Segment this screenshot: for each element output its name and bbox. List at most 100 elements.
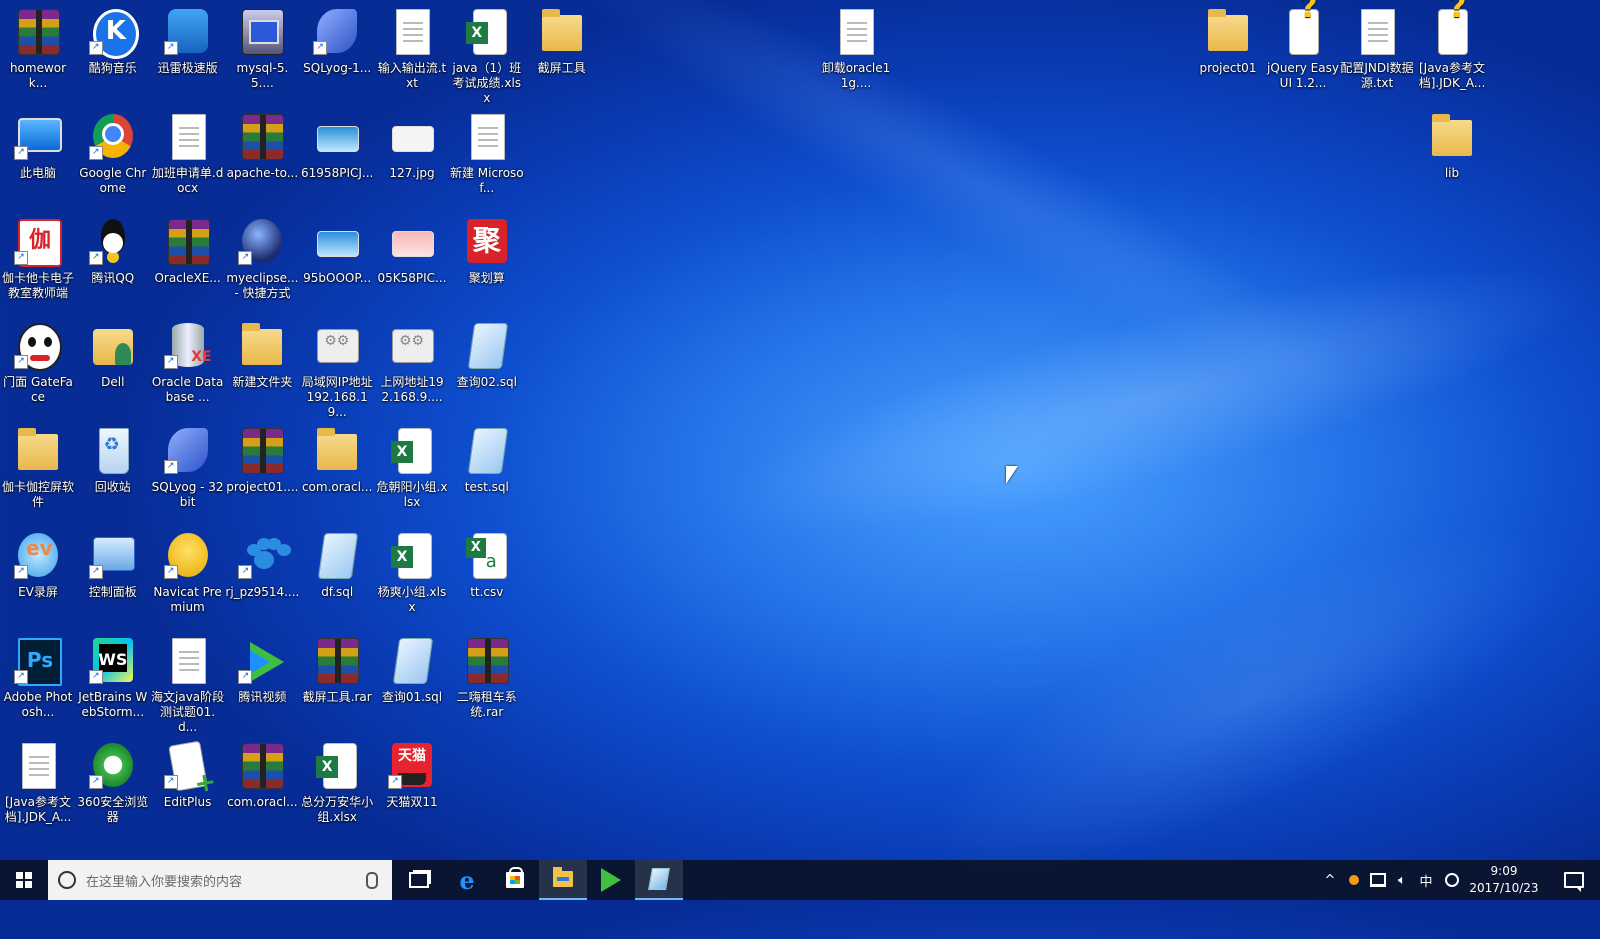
ime-mode-icon[interactable]	[1440, 860, 1464, 900]
desktop-icon-海文java阶段测试题01-d[interactable]: 海文java阶段测试题01.d...	[150, 631, 226, 735]
desktop-icon-oraclexe[interactable]: OracleXE...	[150, 212, 226, 286]
desktop-icon-聚划算[interactable]: 聚聚划算	[449, 212, 525, 286]
shortcut-arrow-icon: ↗	[88, 774, 103, 789]
desktop-icon-java-1-班考试成绩-xlsx[interactable]: java（1）班考试成绩.xlsx	[449, 2, 525, 106]
desktop-icon-java参考文档-jdk-a[interactable]: [Java参考文档].JDK_A...	[0, 736, 76, 825]
desktop-icon-截屏工具[interactable]: 截屏工具	[524, 2, 600, 76]
desktop-icon-label: 酷狗音乐	[88, 61, 137, 75]
desktop-icon-加班申请单-docx[interactable]: 加班申请单.docx	[150, 107, 226, 196]
taskbar-search-box[interactable]: 在这里输入你要搜索的内容	[48, 860, 392, 900]
desktop-icon-adobe-photosh[interactable]: Ps ↗ Adobe Photosh...	[0, 631, 76, 720]
store-button[interactable]	[491, 860, 539, 900]
desktop-icon-test-sql[interactable]: test.sql	[449, 421, 525, 495]
task-view-button[interactable]	[395, 860, 443, 900]
desktop-icon-伽卡他卡电子教室教师端[interactable]: 伽 ↗ 伽卡他卡电子教室教师端	[0, 212, 76, 301]
desktop-icon-label: 此电脑	[19, 165, 56, 180]
desktop-icon-homework[interactable]: homework...	[0, 2, 76, 91]
desktop-icon-label: com.oracl...	[227, 794, 298, 809]
system-clock[interactable]: 9:09 2017/10/23	[1468, 863, 1540, 897]
desktop-icon-project01[interactable]: project01	[1190, 2, 1266, 76]
desktop-icon-ev录屏[interactable]: ↗ EV录屏	[0, 526, 76, 600]
search-placeholder: 在这里输入你要搜索的内容	[86, 874, 243, 890]
excel-file-icon	[463, 7, 511, 55]
tray-app-icon[interactable]	[1342, 860, 1366, 900]
desktop-icon-127-jpg[interactable]: 127.jpg	[374, 107, 450, 181]
desktop-icon-输入输出流-txt[interactable]: 输入输出流.txt	[374, 2, 450, 91]
desktop-icon-新建-microsof[interactable]: 新建 Microsof...	[449, 107, 525, 196]
desktop-icon-oracle-database[interactable]: ↗ Oracle Database ...	[150, 316, 226, 405]
tray-overflow-chevron-icon[interactable]: ^	[1318, 860, 1342, 900]
desktop-icon-google-chrome[interactable]: ↗ Google Chrome	[75, 107, 151, 196]
volume-icon[interactable]: 🔈︎	[1390, 860, 1414, 900]
tencent-video-taskbar-button[interactable]	[587, 860, 635, 900]
desktop-icon-61958picj[interactable]: 61958PICJ...	[299, 107, 375, 181]
desktop-icon-dell[interactable]: Dell	[75, 316, 151, 390]
desktop-icon-查询02-sql[interactable]: 查询02.sql	[449, 316, 525, 390]
desktop-icon-迅雷极速版[interactable]: ↗ 迅雷极速版	[150, 2, 226, 76]
desktop-icon-腾讯视频[interactable]: ↗ 腾讯视频	[224, 631, 300, 705]
desktop-icon-mysql-5-5[interactable]: mysql-5.5....	[224, 2, 300, 91]
desktop-icon-总分万安华小组-xlsx[interactable]: 总分万安华小组.xlsx	[299, 736, 375, 825]
desktop-icon-label: mysql-5.5....	[236, 61, 289, 90]
task-view-icon	[409, 872, 429, 888]
winrar-archive-icon	[238, 112, 286, 160]
desktop[interactable]: homework... K ↗ 酷狗音乐 ↗ 迅雷极速版 mysql-5.5.... ↗ SQL…	[0, 0, 1600, 860]
desktop-icon-com-oracl[interactable]: com.oracl...	[224, 736, 300, 810]
desktop-icon-配置jndi数据源-txt[interactable]: 配置JNDI数据源.txt	[1339, 2, 1415, 91]
desktop-icon-com-oracl[interactable]: com.oracl...	[299, 421, 375, 495]
desktop-icon-label: JetBrains WebStorm...	[78, 689, 148, 719]
desktop-icon-门面-gateface[interactable]: ↗ 门面 GateFace	[0, 316, 76, 405]
desktop-icon-rj-pz9514[interactable]: ↗ rj_pz9514....	[224, 526, 300, 600]
desktop-icon-伽卡伽控屏软件[interactable]: 伽卡伽控屏软件	[0, 421, 76, 510]
desktop-icon-新建文件夹[interactable]: 新建文件夹	[224, 316, 300, 390]
desktop-icon-java参考文档-jdk-a[interactable]: [Java参考文档].JDK_A...	[1414, 0, 1490, 91]
desktop-icon-查询01-sql[interactable]: 查询01.sql	[374, 631, 450, 705]
desktop-icon-此电脑[interactable]: ↗ 此电脑	[0, 107, 76, 181]
folder-icon	[238, 321, 286, 369]
desktop-icon-project01[interactable]: project01....	[224, 421, 300, 495]
desktop-icon-myeclipse-快捷方式[interactable]: ↗ myeclipse... - 快捷方式	[224, 212, 300, 301]
desktop-icon-sqlyog-32-bit[interactable]: ↗ SQLyog - 32 bit	[150, 421, 226, 510]
desktop-icon-editplus[interactable]: ↗EditPlus	[150, 736, 226, 810]
blank-file-icon	[14, 741, 62, 789]
desktop-icon-危朝阳小组-xlsx[interactable]: 危朝阳小组.xlsx	[374, 421, 450, 510]
desktop-icon-局域网ip地址192-168-19[interactable]: 局域网IP地址192.168.19...	[299, 316, 375, 420]
desktop-icon-上网地址192-168-9[interactable]: 上网地址192.168.9....	[374, 316, 450, 405]
desktop-icon-df-sql[interactable]: df.sql	[299, 526, 375, 600]
action-center-button[interactable]	[1556, 860, 1592, 900]
mysql-installer-icon	[238, 7, 286, 55]
desktop-icon-腾讯qq[interactable]: ↗ 腾讯QQ	[75, 212, 151, 286]
desktop-icon-二嗨租车系统-rar[interactable]: 二嗨租车系统.rar	[449, 631, 525, 720]
desktop-icon-截屏工具-rar[interactable]: 截屏工具.rar	[299, 631, 375, 705]
desktop-icon-label: apache-to...	[226, 165, 299, 180]
microphone-icon[interactable]	[366, 872, 378, 889]
desktop-icon-jetbrains-webstorm[interactable]: WS ↗ JetBrains WebStorm...	[75, 631, 151, 720]
desktop-icon-卸载oracle11g[interactable]: 卸载oracle11g....	[818, 2, 894, 91]
start-button[interactable]	[0, 860, 48, 900]
desktop-icon-360安全浏览器[interactable]: ↗ 360安全浏览器	[75, 736, 151, 825]
navicat-icon: ↗	[163, 531, 212, 579]
desktop-icon-lib[interactable]: lib	[1414, 107, 1490, 181]
desktop-icon-酷狗音乐[interactable]: K ↗ 酷狗音乐	[75, 2, 151, 76]
desktop-icon-apache-to[interactable]: apache-to...	[224, 107, 300, 181]
desktop-icon-jquery-easyui-1-2[interactable]: jQuery EasyUI 1.2...	[1265, 0, 1341, 91]
file-explorer-button[interactable]	[539, 860, 587, 900]
image-file-icon	[313, 217, 361, 265]
desktop-icon-杨爽小组-xlsx[interactable]: 杨爽小组.xlsx	[374, 526, 450, 615]
desktop-icon-label: 05K58PIC...	[377, 270, 447, 285]
desktop-icon-tt-csv[interactable]: tt.csv	[449, 526, 525, 600]
notepad-taskbar-button[interactable]	[635, 860, 683, 900]
desktop-icon-label: 配置JNDI数据源.txt	[1340, 61, 1414, 90]
edge-button[interactable]: e	[443, 860, 491, 900]
desktop-icon-navicat-premium[interactable]: ↗ Navicat Premium	[150, 526, 226, 615]
winrar-archive-icon	[313, 636, 361, 684]
recycle-bin-icon	[89, 426, 137, 475]
ime-indicator[interactable]: 中	[1414, 860, 1438, 900]
desktop-icon-05k58pic[interactable]: 05K58PIC...	[374, 212, 450, 286]
desktop-icon-回收站[interactable]: 回收站	[75, 421, 151, 495]
desktop-icon-天猫双11[interactable]: 天猫 ↗ 天猫双11	[374, 736, 450, 810]
desktop-icon-控制面板[interactable]: ↗ 控制面板	[75, 526, 151, 600]
desktop-icon-sqlyog-1[interactable]: ↗ SQLyog-1...	[299, 2, 375, 76]
network-icon[interactable]	[1366, 860, 1390, 900]
desktop-icon-95booop[interactable]: 95bOOOP...	[299, 212, 375, 286]
